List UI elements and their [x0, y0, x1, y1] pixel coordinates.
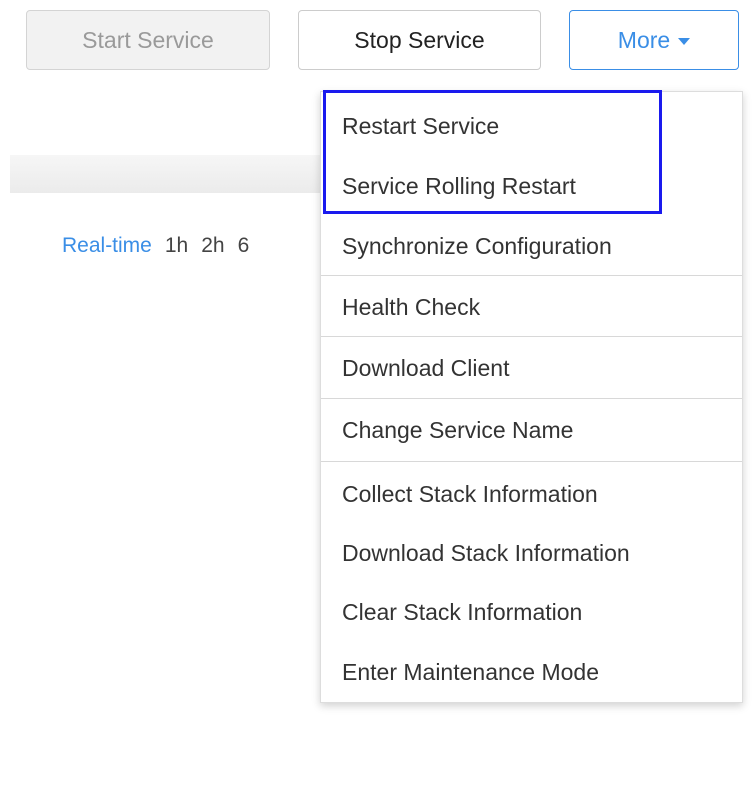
menu-divider: [321, 461, 742, 462]
menu-divider: [321, 275, 742, 276]
time-range-selector: Real-time 1h 2h 6: [62, 234, 322, 258]
menu-item-clear-stack-information[interactable]: Clear Stack Information: [321, 584, 742, 640]
menu-item-change-service-name[interactable]: Change Service Name: [321, 402, 742, 458]
more-label: More: [617, 26, 671, 53]
menu-item-enter-maintenance-mode[interactable]: Enter Maintenance Mode: [321, 644, 742, 700]
caret-down-icon: [678, 37, 691, 45]
stop-service-button[interactable]: Stop Service: [298, 10, 541, 70]
stop-service-label: Stop Service: [354, 26, 485, 53]
time-range-6h[interactable]: 6: [238, 234, 250, 258]
menu-item-service-rolling-restart[interactable]: Service Rolling Restart: [321, 158, 742, 214]
time-range-realtime[interactable]: Real-time: [62, 234, 152, 258]
time-range-2h[interactable]: 2h: [201, 234, 224, 258]
start-service-button[interactable]: Start Service: [26, 10, 270, 70]
menu-divider: [321, 398, 742, 399]
menu-item-download-stack-information[interactable]: Download Stack Information: [321, 525, 742, 581]
menu-divider: [321, 336, 742, 337]
more-button[interactable]: More: [569, 10, 739, 70]
start-service-label: Start Service: [82, 26, 214, 53]
menu-item-health-check[interactable]: Health Check: [321, 279, 742, 335]
time-range-1h[interactable]: 1h: [165, 234, 188, 258]
menu-item-restart-service[interactable]: Restart Service: [321, 98, 742, 154]
menu-item-synchronize-configuration[interactable]: Synchronize Configuration: [321, 218, 742, 274]
menu-item-collect-stack-information[interactable]: Collect Stack Information: [321, 466, 742, 522]
more-dropdown-menu: Restart Service Service Rolling Restart …: [320, 91, 743, 703]
menu-item-download-client[interactable]: Download Client: [321, 340, 742, 396]
section-header-bar: [10, 155, 340, 193]
